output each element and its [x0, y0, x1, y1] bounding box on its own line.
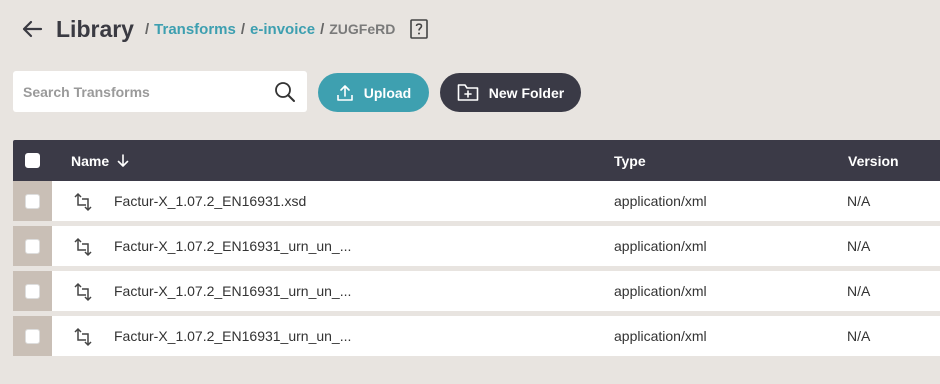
arrow-left-icon [22, 20, 43, 38]
new-folder-button[interactable]: New Folder [440, 73, 581, 112]
row-type: application/xml [614, 283, 707, 299]
row-checkbox[interactable] [25, 238, 40, 254]
transform-icon [74, 192, 92, 212]
select-all-cell [13, 140, 52, 181]
back-button[interactable] [18, 15, 46, 43]
upload-button[interactable]: Upload [318, 73, 429, 112]
row-version: N/A [847, 283, 871, 299]
row-checkbox[interactable] [25, 193, 40, 209]
column-header-version[interactable]: Version [848, 153, 899, 169]
arrow-down-icon [117, 153, 129, 167]
folder-plus-icon [457, 84, 479, 101]
search-box [13, 71, 307, 112]
row-version: N/A [847, 238, 871, 254]
new-folder-button-label: New Folder [488, 84, 565, 101]
breadcrumb-separator: / [144, 20, 150, 38]
table-header: Name Type Version [13, 140, 940, 181]
column-name-label: Name [71, 152, 110, 169]
select-all-checkbox[interactable] [25, 153, 40, 168]
transform-icon [74, 282, 92, 302]
table-row[interactable]: Factur-X_1.07.2_EN16931.xsd application/… [13, 181, 940, 221]
transforms-table: Name Type Version Factur-X_1.07.2_EN1693… [13, 140, 940, 356]
breadcrumb-transforms[interactable]: Transforms [154, 21, 236, 38]
breadcrumb-e-invoice[interactable]: e-invoice [250, 21, 315, 38]
search-icon [275, 81, 295, 102]
row-version: N/A [847, 328, 871, 344]
help-button[interactable] [409, 18, 429, 40]
search-button[interactable] [273, 80, 297, 104]
column-header-type[interactable]: Type [614, 153, 646, 169]
row-check-cell [13, 271, 52, 311]
page-title: Library [56, 15, 134, 42]
row-name[interactable]: Factur-X_1.07.2_EN16931_urn_un_... [114, 328, 351, 344]
row-check-cell [13, 316, 52, 356]
row-name[interactable]: Factur-X_1.07.2_EN16931.xsd [114, 193, 306, 209]
row-version: N/A [847, 193, 871, 209]
transform-icon [74, 237, 92, 257]
breadcrumb-separator: / [240, 20, 246, 38]
table-row[interactable]: Factur-X_1.07.2_EN16931_urn_un_... appli… [13, 316, 940, 356]
row-type: application/xml [614, 238, 707, 254]
row-type: application/xml [614, 328, 707, 344]
upload-button-label: Upload [363, 84, 412, 101]
search-input[interactable] [23, 83, 273, 100]
table-body: Factur-X_1.07.2_EN16931.xsd application/… [13, 181, 940, 356]
row-check-cell [13, 181, 52, 221]
transform-icon [74, 327, 92, 347]
breadcrumb-separator: / [320, 20, 325, 38]
breadcrumb-current: ZUGFeRD [329, 21, 396, 37]
help-icon [410, 19, 429, 39]
page-header: Library / Transforms / e-invoice / ZUGFe… [18, 12, 429, 46]
upload-icon [336, 84, 353, 101]
row-checkbox[interactable] [25, 328, 40, 344]
row-type: application/xml [614, 193, 707, 209]
row-name[interactable]: Factur-X_1.07.2_EN16931_urn_un_... [114, 238, 351, 254]
table-row[interactable]: Factur-X_1.07.2_EN16931_urn_un_... appli… [13, 226, 940, 266]
row-check-cell [13, 226, 52, 266]
row-checkbox[interactable] [25, 283, 40, 299]
column-header-name[interactable]: Name [71, 153, 129, 169]
row-name[interactable]: Factur-X_1.07.2_EN16931_urn_un_... [114, 283, 351, 299]
table-row[interactable]: Factur-X_1.07.2_EN16931_urn_un_... appli… [13, 271, 940, 311]
